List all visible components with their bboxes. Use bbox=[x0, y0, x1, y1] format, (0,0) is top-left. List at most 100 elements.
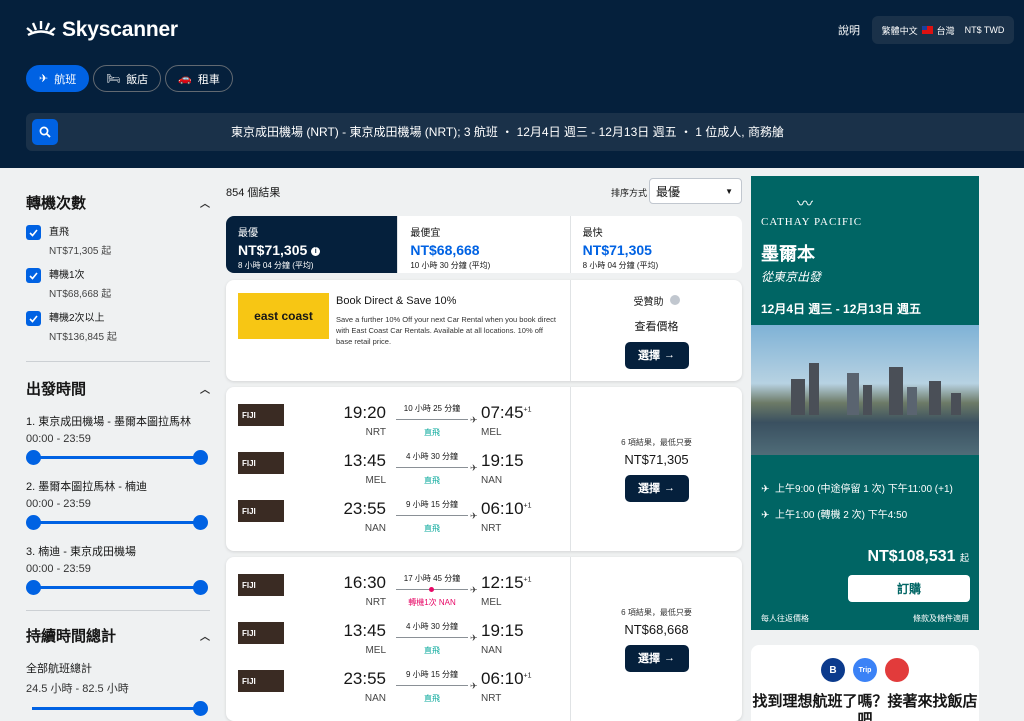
search-summary-text: 東京成田機場 (NRT) - 東京成田機場 (NRT); 3 航班 ・ 12月4… bbox=[231, 125, 784, 139]
fiji-airways-logo: FIJI bbox=[238, 404, 284, 426]
stop-option-one-stop[interactable]: 轉機1次 NT$68,668 起 bbox=[26, 266, 210, 300]
fiji-airways-logo: FIJI bbox=[238, 622, 284, 644]
ad-action-column: 受贊助 查看價格 選擇 → bbox=[570, 280, 742, 381]
info-icon[interactable] bbox=[669, 295, 680, 305]
itinerary-price: NT$68,668 bbox=[624, 621, 689, 637]
select-button[interactable]: 選擇 → bbox=[624, 474, 689, 502]
leg-line bbox=[396, 587, 468, 592]
slider-handle-min[interactable] bbox=[26, 580, 41, 595]
day-offset: +1 bbox=[523, 576, 532, 584]
itinerary-price: NT$71,305 bbox=[624, 451, 689, 467]
fiji-airways-logo: FIJI bbox=[238, 670, 284, 692]
checkbox-checked-icon[interactable] bbox=[26, 268, 41, 283]
tab-hotels[interactable]: 🛏 飯店 bbox=[93, 65, 162, 92]
leg-duration: 9 小時 15 分鐘 bbox=[405, 670, 458, 679]
stop-option-direct[interactable]: 直飛 NT$71,305 起 bbox=[26, 223, 210, 257]
price-column: 6 項結果，最低只要 NT$71,305 選擇 → bbox=[570, 387, 742, 551]
terms-link[interactable]: 條款及條件適用 bbox=[913, 613, 969, 624]
tab-best[interactable]: 最優 NT$71,305 i 8 小時 04 分鐘 (平均) bbox=[226, 216, 399, 273]
search-button[interactable] bbox=[32, 119, 58, 145]
tab-flights-label: 航班 bbox=[54, 73, 77, 86]
sunrise-logo-icon bbox=[26, 21, 56, 37]
select-button[interactable]: 選擇 → bbox=[624, 341, 689, 369]
results-count: 854 個結果 bbox=[226, 187, 281, 199]
caret-down-icon: ▼ bbox=[725, 186, 733, 196]
stop-dot bbox=[429, 587, 434, 592]
tab-fastest[interactable]: 最快 NT$71,305 8 小時 04 分鐘 (平均) bbox=[571, 216, 742, 273]
tab-car-hire[interactable]: 🚗 租車 bbox=[165, 65, 233, 92]
sort-tab-name: 最便宜 bbox=[410, 228, 441, 239]
sort-tab-price: NT$71,305 bbox=[238, 242, 308, 258]
departure-filter-header[interactable]: 出發時間 ︿ bbox=[26, 378, 210, 399]
ad-return-flight: ✈ 上午1:00 (轉機 2 次) 下午4:50 bbox=[761, 506, 907, 521]
deals-count: 6 項結果，最低只要 bbox=[621, 437, 692, 447]
checkbox-checked-icon[interactable] bbox=[26, 311, 41, 326]
stop-option-label: 轉機2次以上 bbox=[49, 313, 105, 324]
arrival-time: 19:15 bbox=[481, 621, 524, 641]
duration-slider[interactable] bbox=[26, 701, 210, 716]
itinerary-card[interactable]: FIJI 16:30 NRT 17 小時 45 分鐘 ✈ 轉機1次 NAN 12… bbox=[226, 557, 742, 721]
duration-range: 24.5 小時 - 82.5 小時 bbox=[26, 683, 129, 695]
plane-icon: ✈ bbox=[470, 681, 478, 691]
departure-time-slider[interactable] bbox=[26, 515, 210, 530]
departure-time: 16:30 bbox=[343, 573, 386, 592]
checkbox-checked-icon[interactable] bbox=[26, 225, 41, 240]
slider-handle-min[interactable] bbox=[26, 515, 41, 530]
select-button-label: 選擇 bbox=[638, 653, 660, 665]
country-label: 台灣 bbox=[936, 25, 955, 36]
tab-cheapest[interactable]: 最便宜 NT$68,668 10 小時 30 分鐘 (平均) bbox=[398, 216, 571, 273]
duration-filter-header[interactable]: 持續時間總計 ︿ bbox=[26, 625, 210, 646]
departure-time-slider[interactable] bbox=[26, 580, 210, 595]
slider-handle-max[interactable] bbox=[193, 580, 208, 595]
ad-price-suffix: 起 bbox=[959, 553, 969, 563]
trip-logo-icon: Trip bbox=[853, 658, 877, 682]
day-offset: +1 bbox=[523, 672, 532, 680]
arrival-time: 07:45+1 bbox=[481, 403, 532, 423]
select-button[interactable]: 選擇 → bbox=[624, 644, 689, 672]
deals-count: 6 項結果，最低只要 bbox=[621, 607, 692, 617]
arrival-time: 06:10+1 bbox=[481, 499, 532, 519]
departure-airport: NAN bbox=[364, 523, 386, 534]
stops-filter-header[interactable]: 轉機次數 ︿ bbox=[26, 192, 210, 213]
leg-line bbox=[396, 685, 468, 686]
filters-sidebar: 轉機次數 ︿ 直飛 NT$71,305 起 轉機1次 NT$68,668 起 轉… bbox=[26, 168, 210, 716]
flight-leg: FIJI 16:30 NRT 17 小時 45 分鐘 ✈ 轉機1次 NAN 12… bbox=[226, 559, 570, 608]
stop-option-two-plus[interactable]: 轉機2次以上 NT$136,845 起 bbox=[26, 309, 210, 343]
departure-time-slider[interactable] bbox=[26, 450, 210, 465]
arrival-time-value: 06:10 bbox=[481, 669, 524, 688]
hotel-promo-card[interactable]: B Trip agoda 找到理想航班了嗎？接著來找飯店吧 bbox=[751, 645, 979, 721]
skyscanner-logo[interactable]: Skyscanner bbox=[26, 18, 178, 42]
sort-select[interactable]: 最優 ▼ bbox=[649, 178, 742, 204]
chevron-up-icon[interactable]: ︿ bbox=[200, 628, 210, 643]
departure-leg-range: 00:00 - 23:59 bbox=[26, 498, 91, 510]
duration-label: 全部航班總計 bbox=[26, 663, 92, 675]
ad-return-text: 上午1:00 (轉機 2 次) 下午4:50 bbox=[774, 510, 908, 521]
sort-tab-price: NT$68,668 bbox=[410, 242, 480, 258]
locale-button[interactable]: 繁體中文 台灣 NT$ TWD bbox=[872, 16, 1014, 44]
sponsored-ad-card[interactable]: east coast Book Direct & Save 10% Save a… bbox=[226, 280, 742, 381]
leg-duration: 4 小時 30 分鐘 bbox=[405, 622, 458, 631]
sort-tab-name: 最優 bbox=[238, 228, 258, 239]
itinerary-card[interactable]: FIJI 19:20 NRT 10 小時 25 分鐘 ✈ 直飛 07:45+1 … bbox=[226, 387, 742, 551]
duration-filter-title: 持續時間總計 bbox=[26, 628, 117, 645]
info-icon[interactable]: i bbox=[311, 246, 321, 256]
slider-track bbox=[32, 586, 204, 589]
slider-handle-max[interactable] bbox=[193, 515, 208, 530]
arrival-airport: NRT bbox=[481, 523, 502, 534]
cathay-pacific-ad[interactable]: 〰 CATHAY PACIFIC 墨爾本 從東京出發 12月4日 週三 - 12… bbox=[751, 176, 979, 630]
slider-handle-max[interactable] bbox=[193, 701, 208, 716]
book-button[interactable]: 訂購 bbox=[848, 575, 970, 602]
ad-price-note: 每人往返價格 bbox=[761, 614, 809, 623]
ad-description: Save a further 10% Off your next Car Ren… bbox=[336, 315, 556, 346]
tab-flights[interactable]: ✈ 航班 bbox=[26, 65, 90, 92]
search-summary-bar[interactable]: 東京成田機場 (NRT) - 東京成田機場 (NRT); 3 航班 ・ 12月4… bbox=[26, 113, 1024, 151]
chevron-up-icon[interactable]: ︿ bbox=[200, 195, 210, 210]
help-link[interactable]: 說明 bbox=[838, 22, 860, 38]
filter-divider bbox=[26, 361, 210, 362]
slider-handle-max[interactable] bbox=[193, 450, 208, 465]
flight-leg: FIJI 23:55 NAN 9 小時 15 分鐘 ✈ 直飛 06:10+1 N… bbox=[226, 485, 570, 534]
slider-handle-min[interactable] bbox=[26, 450, 41, 465]
chevron-up-icon[interactable]: ︿ bbox=[200, 381, 210, 396]
arrival-time-value: 19:15 bbox=[481, 621, 524, 640]
ad-destination: 墨爾本 bbox=[761, 244, 815, 264]
